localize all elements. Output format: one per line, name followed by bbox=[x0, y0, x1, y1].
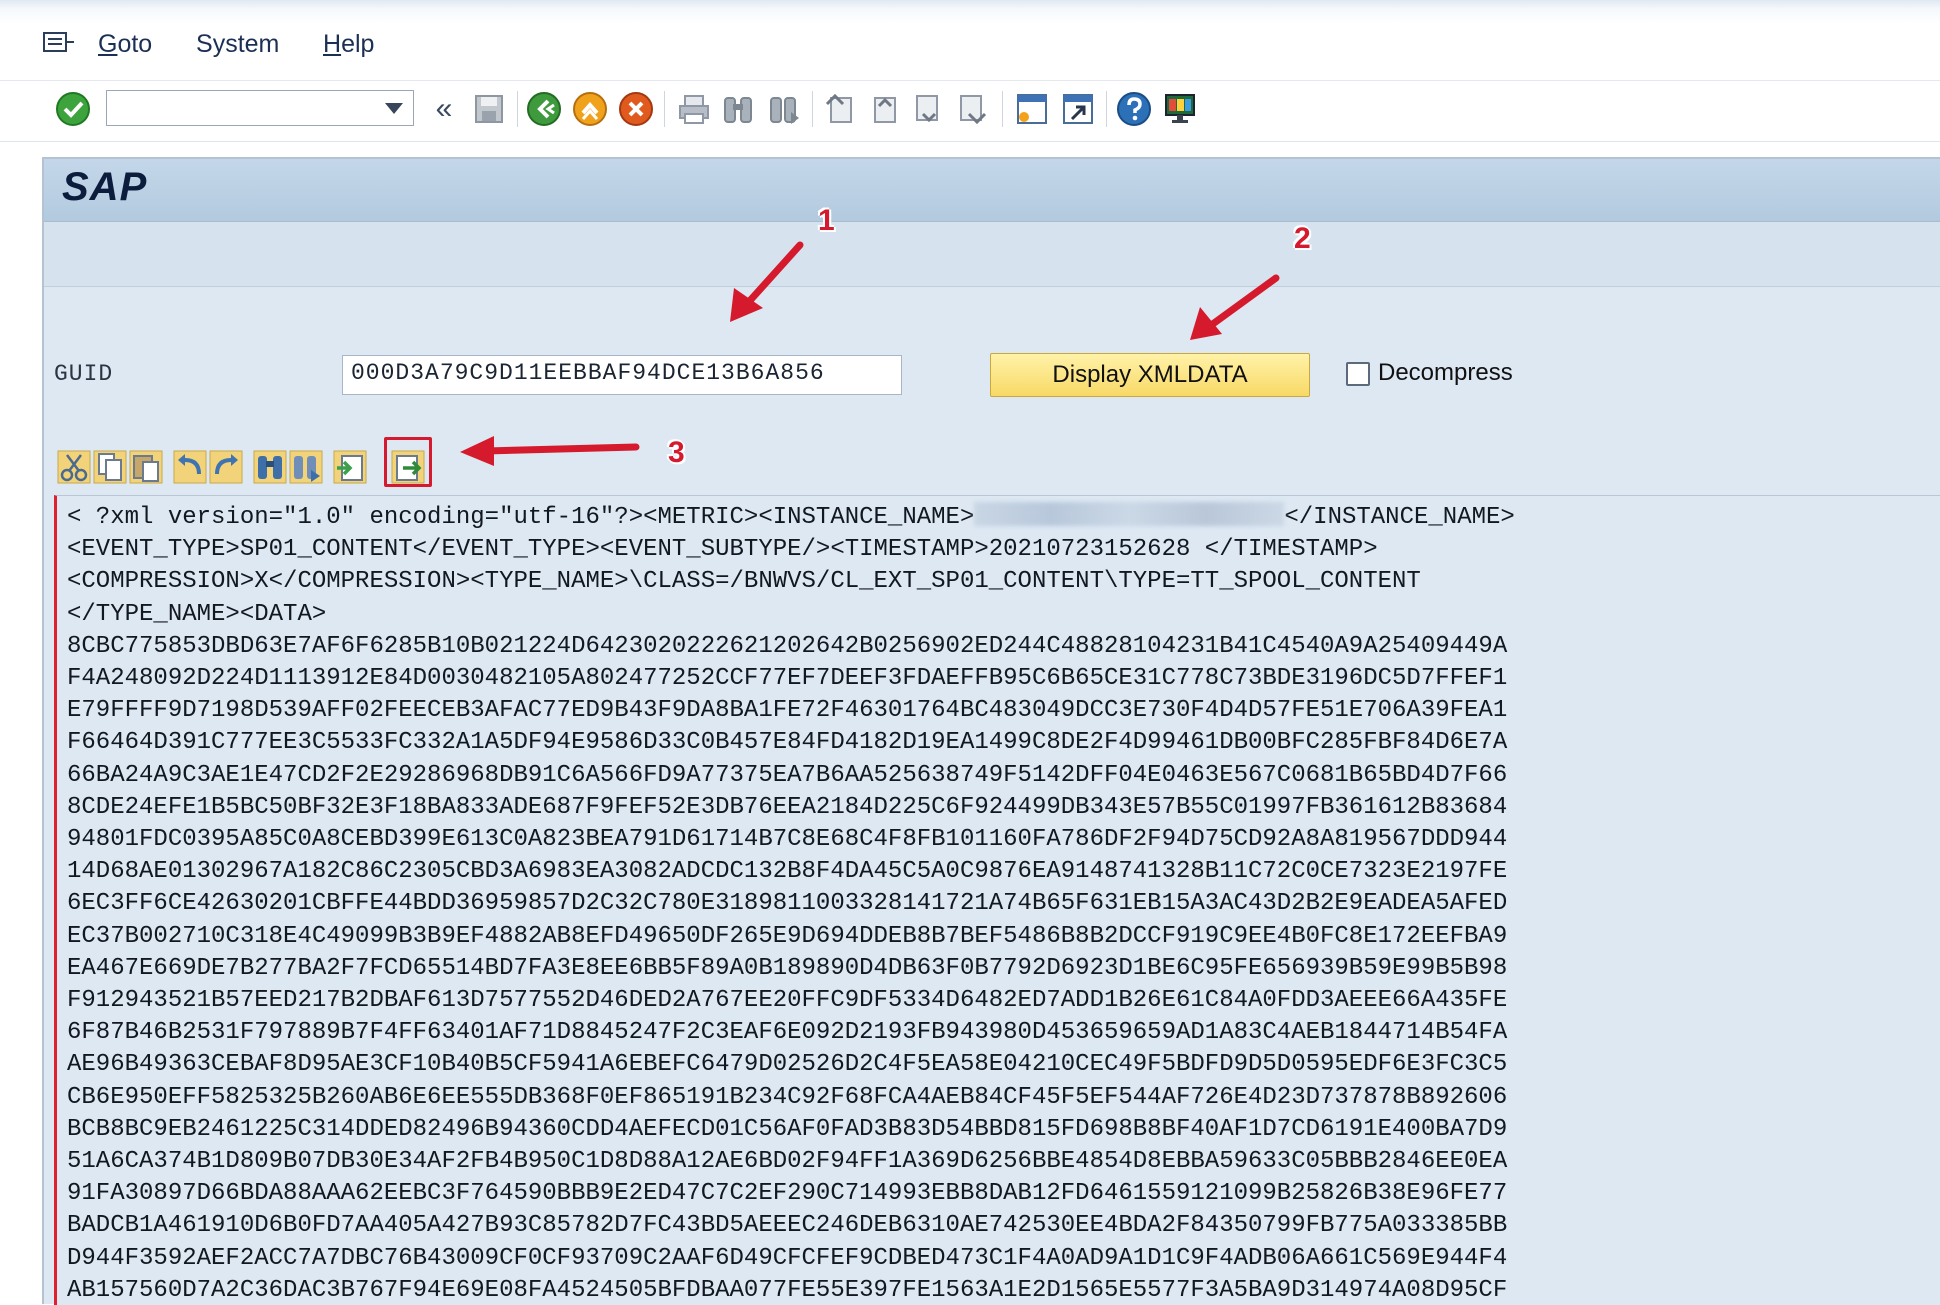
screen-title: SAP bbox=[62, 165, 148, 209]
xml-text-line: 8CDE24EFE1B5BC50BF32E3F18BA833ADE687F9FE… bbox=[67, 793, 1508, 821]
xml-text-line: </TYPE_NAME><DATA> bbox=[67, 600, 327, 628]
last-page-icon[interactable] bbox=[952, 89, 992, 129]
xml-body-lines: <EVENT_TYPE>SP01_CONTENT</EVENT_TYPE><EV… bbox=[67, 536, 1507, 1304]
xml-text-line: BADCB1A461910D6B0FD7AA405A427B93C85782D7… bbox=[67, 1212, 1508, 1240]
previous-page-icon[interactable] bbox=[864, 89, 904, 129]
application-toolbar bbox=[44, 222, 1940, 287]
decompress-label: Decompress bbox=[1378, 359, 1513, 386]
menu-list-icon[interactable] bbox=[42, 30, 76, 58]
xml-text-editor[interactable]: < ?xml version="1.0" encoding="utf-16"?>… bbox=[54, 495, 1940, 1305]
menu-system-rest: ystem bbox=[212, 30, 280, 58]
xml-text-line: AE96B49363CEBAF8D95AE3CF10B40B5CF5941A6E… bbox=[67, 1051, 1508, 1079]
xml-text-line: 51A6CA374B1D809B07DB30E34AF2FB4B950C1D8D… bbox=[67, 1148, 1508, 1176]
customize-layout-icon[interactable] bbox=[1160, 89, 1200, 129]
menu-goto[interactable]: Goto bbox=[98, 30, 152, 59]
guid-input[interactable]: 000D3A79C9D11EEBBAF94DCE13B6A856 bbox=[342, 355, 902, 395]
find-next-icon[interactable] bbox=[288, 449, 324, 485]
upload-file-icon[interactable] bbox=[332, 449, 368, 485]
save-icon[interactable] bbox=[469, 89, 509, 129]
xml-line-prefix: < ?xml version="1.0" encoding="utf-16"?>… bbox=[67, 504, 975, 531]
xml-text-line: <EVENT_TYPE>SP01_CONTENT</EVENT_TYPE><EV… bbox=[67, 536, 1378, 564]
toolbar-separator bbox=[664, 91, 665, 127]
xml-text-line: <COMPRESSION>X</COMPRESSION><TYPE_NAME>\… bbox=[67, 568, 1421, 596]
xml-text-line: 94801FDC0395A85C0A8CEBD399E613C0A823BEA7… bbox=[67, 826, 1508, 854]
help-icon[interactable] bbox=[1114, 89, 1154, 129]
xml-text-line: 66BA24A9C3AE1E47CD2F2E29286968DB91C6A566… bbox=[67, 761, 1508, 789]
xml-text-line: EA467E669DE7B277BA2F7FCD65514BD7FA3E8EE6… bbox=[67, 954, 1508, 982]
menu-goto-rest: oto bbox=[117, 30, 153, 58]
xml-text-line: F4A248092D224D1113912E84D0030482105A8024… bbox=[67, 665, 1508, 693]
xml-text-line: F912943521B57EED217B2DBAF613D7577552D46D… bbox=[67, 987, 1508, 1015]
toolbar-separator bbox=[517, 91, 518, 127]
annotation-number-3: 3 bbox=[668, 436, 685, 469]
toolbar-separator bbox=[812, 91, 813, 127]
xml-text-line: CB6E950EFF5825325B260AB6E6EE555DB368F0EF… bbox=[67, 1083, 1508, 1111]
new-session-icon[interactable] bbox=[1012, 89, 1052, 129]
xml-text-content: < ?xml version="1.0" encoding="utf-16"?>… bbox=[57, 496, 1940, 1305]
xml-text-line: EC37B002710C318E4C49099B3B9EF4882AB8EFD4… bbox=[67, 922, 1508, 950]
xml-text-line: 6EC3FF6CE42630201CBFFE44BDD36959857D2C32… bbox=[67, 890, 1508, 918]
menu-goto-accel: G bbox=[98, 30, 118, 58]
print-icon[interactable] bbox=[674, 89, 714, 129]
find-icon[interactable] bbox=[718, 89, 758, 129]
menu-help[interactable]: Help bbox=[323, 30, 374, 59]
menu-system[interactable]: System bbox=[196, 30, 279, 59]
system-toolbar: « bbox=[0, 80, 1940, 142]
display-xmldata-button[interactable]: Display XMLDATA bbox=[990, 353, 1310, 397]
xml-text-line: 91FA30897D66BDA88AAA62EEBC3F764590BBB9E2… bbox=[67, 1180, 1508, 1208]
copy-icon[interactable] bbox=[92, 449, 128, 485]
xml-line-suffix: </INSTANCE_NAME> bbox=[1284, 504, 1515, 531]
back-icon[interactable] bbox=[524, 89, 564, 129]
title-bar: SAP bbox=[44, 159, 1940, 222]
highlight-box bbox=[384, 437, 432, 487]
xml-text-line: 6F87B46B2531F797889B7F4FF63401AF71D88452… bbox=[67, 1019, 1508, 1047]
cut-icon[interactable] bbox=[56, 449, 92, 485]
exit-icon[interactable] bbox=[570, 89, 610, 129]
menu-bar: Goto System Help bbox=[0, 0, 1940, 80]
xml-text-line: E79FFFF9D7198D539AFF02FEECEB3AFAC77ED9B4… bbox=[67, 697, 1508, 725]
screen-area: SAP GUID 000D3A79C9D11EEBBAF94DCE13B6A85… bbox=[42, 157, 1940, 1305]
find-icon[interactable] bbox=[252, 449, 288, 485]
guid-label: GUID bbox=[54, 361, 114, 387]
annotation-number-1: 1 bbox=[818, 204, 835, 237]
redo-icon[interactable] bbox=[208, 449, 244, 485]
toolbar-separator bbox=[1002, 91, 1003, 127]
toolbar-separator bbox=[1106, 91, 1107, 127]
menu-system-accel: S bbox=[196, 30, 213, 58]
paste-icon[interactable] bbox=[128, 449, 164, 485]
find-next-icon[interactable] bbox=[764, 89, 804, 129]
collapse-left-icon[interactable]: « bbox=[424, 89, 464, 129]
xml-text-line: 14D68AE01302967A182C86C2305CBD3A6983EA30… bbox=[67, 858, 1508, 886]
undo-icon[interactable] bbox=[172, 449, 208, 485]
annotation-number-2: 2 bbox=[1294, 222, 1311, 255]
xml-text-line: AB157560D7A2C36DAC3B767F94E69E08FA452450… bbox=[67, 1276, 1508, 1304]
chevron-down-icon[interactable] bbox=[385, 103, 403, 114]
xml-text-line: D944F3592AEF2ACC7A7DBC76B43009CF0CF93709… bbox=[67, 1244, 1508, 1272]
xml-text-line: F66464D391C777EE3C5533FC332A1A5DF94E9586… bbox=[67, 729, 1508, 757]
redacted-instance-name bbox=[974, 502, 1285, 526]
menu-help-accel: H bbox=[323, 30, 342, 58]
command-field[interactable] bbox=[106, 90, 414, 126]
decompress-checkbox[interactable] bbox=[1346, 362, 1370, 386]
first-page-icon[interactable] bbox=[820, 89, 860, 129]
xml-text-line: 8CBC775853DBD63E7AF6F6285B10B021224D6423… bbox=[67, 632, 1508, 660]
menu-help-rest: elp bbox=[341, 30, 375, 58]
cancel-icon[interactable] bbox=[616, 89, 656, 129]
xml-text-line: BCB8BC9EB2461225C314DDED82496B94360CDD4A… bbox=[67, 1115, 1508, 1143]
enter-checkmark-icon[interactable] bbox=[53, 89, 93, 129]
next-page-icon[interactable] bbox=[908, 89, 948, 129]
create-shortcut-icon[interactable] bbox=[1058, 89, 1098, 129]
